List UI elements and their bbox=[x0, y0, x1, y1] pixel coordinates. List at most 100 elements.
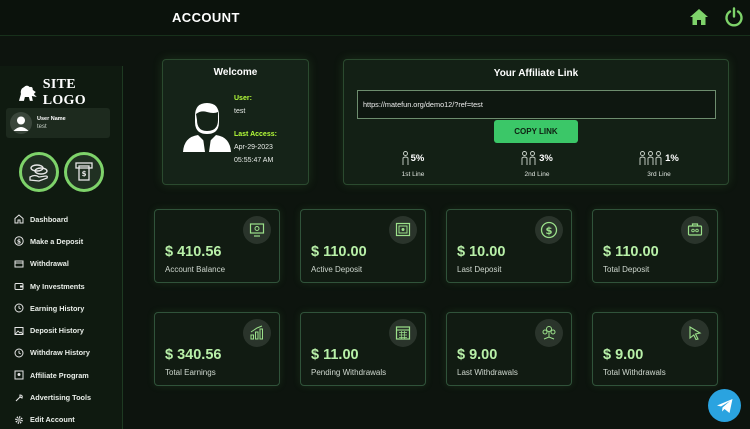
stat-icon-wrap: $ bbox=[535, 216, 563, 244]
dollar-circle-icon: $ bbox=[14, 236, 24, 247]
stat-label: Active Deposit bbox=[311, 265, 363, 274]
sidebar-item-label: Deposit History bbox=[30, 326, 84, 336]
power-icon[interactable] bbox=[724, 7, 744, 27]
stat-label: Account Balance bbox=[165, 265, 226, 274]
sidebar-nav: Dashboard $ Make a Deposit Withdrawal My… bbox=[14, 208, 91, 429]
lion-logo-icon bbox=[18, 85, 37, 101]
level-2nd-line: 3% 2nd Line bbox=[507, 151, 567, 178]
calendar-icon bbox=[395, 326, 411, 340]
sidebar-item-label: Make a Deposit bbox=[30, 236, 84, 246]
sidebar-item-my-investments[interactable]: My Investments bbox=[14, 275, 91, 297]
people-two-icon bbox=[521, 151, 536, 165]
sidebar-item-affiliate-program[interactable]: Affiliate Program bbox=[14, 364, 91, 386]
user-card: User Name test bbox=[6, 108, 110, 138]
stat-card-total-deposit: $ 110.00 Total Deposit bbox=[592, 209, 718, 283]
sidebar-item-deposit-history[interactable]: Deposit History bbox=[14, 319, 91, 341]
stat-card-total-withdrawals: $ 9.00 Total Withdrawals bbox=[592, 312, 718, 386]
wallet-icon bbox=[14, 283, 24, 291]
user-name-label: User Name bbox=[37, 115, 66, 122]
sidebar-item-dashboard[interactable]: Dashboard bbox=[14, 208, 91, 230]
gear-icon bbox=[15, 416, 23, 424]
sidebar-item-label: Withdrawal bbox=[30, 259, 69, 269]
home-icon[interactable] bbox=[689, 7, 709, 27]
chart-growth-icon bbox=[250, 325, 263, 340]
affiliate-card: Your Affiliate Link COPY LINK 5% 1st Lin… bbox=[343, 59, 729, 185]
level-label: 2nd Line bbox=[524, 171, 550, 178]
deposit-shortcut-button[interactable] bbox=[19, 152, 59, 192]
stat-amount: $ 340.56 bbox=[165, 347, 222, 363]
stat-icon-wrap bbox=[681, 319, 709, 347]
stat-label: Pending Withdrawals bbox=[311, 368, 387, 377]
stat-amount: $ 10.00 bbox=[457, 244, 506, 260]
last-access-date: Apr-29-2023 bbox=[234, 144, 273, 151]
stat-icon-wrap bbox=[389, 319, 417, 347]
sidebar-item-withdrawal[interactable]: Withdrawal bbox=[14, 253, 91, 275]
sidebar-item-label: Advertising Tools bbox=[30, 393, 92, 403]
dashboard-icon bbox=[14, 214, 24, 224]
withdraw-shortcut-button[interactable]: $ bbox=[64, 152, 104, 192]
stat-icon-wrap bbox=[243, 216, 271, 244]
withdrawal-icon bbox=[14, 260, 24, 268]
welcome-card: Welcome User: test Last Access: Apr-29-2… bbox=[162, 59, 309, 185]
welcome-heading: Welcome bbox=[213, 67, 258, 78]
telegram-button[interactable] bbox=[708, 389, 741, 422]
telegram-icon bbox=[716, 398, 732, 413]
stat-card-total-earnings: $ 340.56 Total Earnings bbox=[154, 312, 280, 386]
sidebar-item-edit-account[interactable]: Edit Account bbox=[14, 409, 91, 429]
site-logo[interactable]: SITE LOGO bbox=[16, 77, 122, 109]
cursor-icon bbox=[689, 326, 702, 341]
sidebar-item-make-deposit[interactable]: $ Make a Deposit bbox=[14, 230, 91, 252]
person-icon bbox=[402, 151, 409, 165]
stat-card-last-withdrawals: $ 9.00 Last Withdrawals bbox=[446, 312, 572, 386]
level-percent: 3% bbox=[539, 152, 553, 164]
sidebar-item-label: Earning History bbox=[30, 303, 85, 313]
stat-label: Last Deposit bbox=[457, 265, 502, 274]
sidebar-item-label: My Investments bbox=[30, 281, 85, 291]
stat-amount: $ 11.00 bbox=[311, 347, 359, 363]
atm-withdraw-icon: $ bbox=[75, 162, 93, 181]
stat-icon-wrap bbox=[681, 216, 709, 244]
sidebar-item-label: Affiliate Program bbox=[30, 370, 89, 380]
dollar-circle-icon: $ bbox=[540, 221, 558, 239]
sidebar-item-label: Edit Account bbox=[30, 415, 75, 425]
stat-amount: $ 9.00 bbox=[457, 347, 498, 363]
logo-text: SITE LOGO bbox=[42, 77, 86, 108]
level-percent: 5% bbox=[410, 152, 425, 164]
affiliate-heading: Your Affiliate Link bbox=[493, 68, 579, 79]
user-name: test bbox=[37, 123, 47, 130]
level-percent: 1% bbox=[665, 152, 679, 164]
image-icon bbox=[14, 326, 24, 335]
stat-icon-wrap bbox=[535, 319, 563, 347]
coins-hand-icon bbox=[29, 164, 48, 182]
stat-amount: $ 110.00 bbox=[603, 244, 659, 260]
sidebar-item-withdraw-history[interactable]: Withdraw History bbox=[14, 342, 91, 364]
user-label: User: bbox=[234, 95, 252, 102]
monitor-icon bbox=[249, 223, 265, 237]
sidebar-item-label: Dashboard bbox=[30, 214, 69, 224]
affiliate-icon bbox=[14, 370, 24, 380]
stat-label: Total Deposit bbox=[603, 265, 650, 274]
stat-amount: $ 110.00 bbox=[311, 244, 367, 260]
user-silhouette-icon bbox=[183, 103, 231, 152]
safe-icon bbox=[395, 222, 411, 237]
level-1st-line: 5% 1st Line bbox=[383, 151, 443, 178]
level-label: 3rd Line bbox=[647, 171, 671, 178]
people-three-icon bbox=[639, 151, 662, 165]
sidebar-item-earning-history[interactable]: Earning History bbox=[14, 297, 91, 319]
stat-icon-wrap bbox=[389, 216, 417, 244]
level-3rd-line: 1% 3rd Line bbox=[629, 151, 689, 178]
svg-text:$: $ bbox=[546, 226, 553, 237]
last-access-time: 05:55:47 AM bbox=[234, 157, 274, 164]
tools-icon bbox=[15, 393, 23, 401]
money-tree-icon bbox=[542, 326, 556, 340]
stat-label: Total Withdrawals bbox=[603, 368, 666, 377]
stat-card-account-balance: $ 410.56 Account Balance bbox=[154, 209, 280, 283]
sidebar-item-advertising-tools[interactable]: Advertising Tools bbox=[14, 386, 91, 408]
stat-label: Last Withdrawals bbox=[457, 368, 518, 377]
briefcase-icon bbox=[687, 223, 703, 236]
stat-card-active-deposit: $ 110.00 Active Deposit bbox=[300, 209, 426, 283]
stat-card-pending-withdrawals: $ 11.00 Pending Withdrawals bbox=[300, 312, 426, 386]
page-title: ACCOUNT bbox=[172, 10, 240, 25]
copy-link-button[interactable]: COPY LINK bbox=[494, 120, 578, 143]
affiliate-link-input[interactable] bbox=[357, 90, 716, 119]
